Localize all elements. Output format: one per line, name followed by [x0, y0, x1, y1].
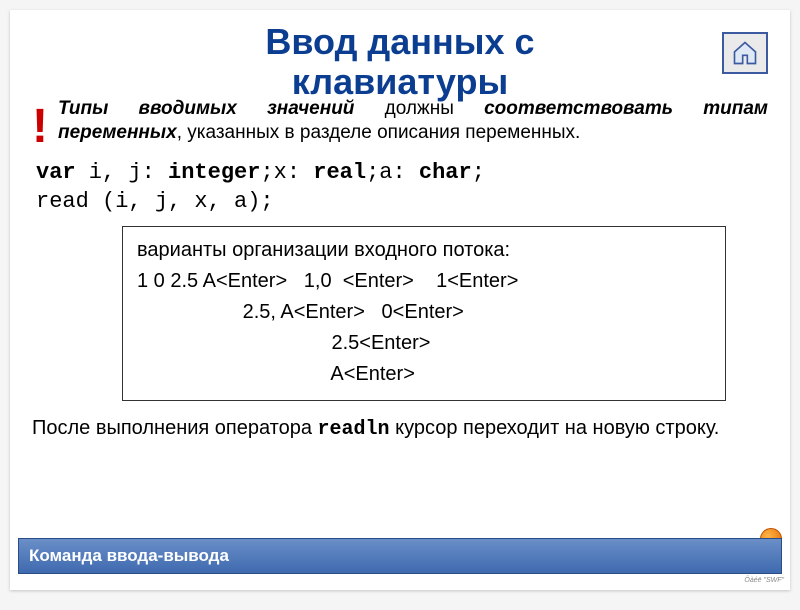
page-title: Ввод данных с клавиатуры	[10, 10, 790, 101]
home-button[interactable]	[722, 32, 768, 74]
code-p1: i, j:	[76, 160, 168, 185]
title-line-1: Ввод данных с	[265, 21, 534, 62]
box-row-3: 2.5<Enter>	[137, 328, 711, 359]
title-line-2: клавиатуры	[292, 61, 508, 102]
warning-text: Типы вводимых значений должны соответств…	[58, 97, 768, 145]
after-t1: После выполнения оператора	[32, 417, 318, 439]
footer-text: Команда ввода-вывода	[29, 546, 229, 566]
kw-real: real	[313, 160, 366, 185]
box-heading: варианты организации входного потока:	[137, 235, 711, 266]
code-p3: ;a:	[366, 160, 419, 185]
corner-label: Ôàéë "SWF"	[744, 577, 784, 584]
code-declaration: var i, j: integer;x: real;a: char; read …	[10, 151, 790, 216]
readln-keyword: readln	[318, 418, 390, 441]
kw-var: var	[36, 160, 76, 185]
warning-plain-2: , указанных в разделе описания переменны…	[177, 122, 581, 143]
code-line-2: read (i, j, x, a);	[36, 189, 274, 214]
footer-bar: Команда ввода-вывода	[18, 538, 782, 574]
warning-plain-1: должны	[354, 98, 484, 119]
kw-integer: integer	[168, 160, 260, 185]
box-row-1: 1 0 2.5 A<Enter> 1,0 <Enter> 1<Enter>	[137, 266, 711, 297]
warning-bold-1: Типы вводимых значений	[58, 98, 354, 119]
kw-char: char	[419, 160, 472, 185]
home-icon	[731, 39, 759, 67]
code-p2: ;x:	[260, 160, 313, 185]
variants-box: варианты организации входного потока: 1 …	[122, 226, 726, 401]
box-row-2: 2.5, A<Enter> 0<Enter>	[137, 297, 711, 328]
after-text: После выполнения оператора readln курсор…	[10, 401, 790, 443]
code-p4: ;	[472, 160, 485, 185]
warning-block: ! Типы вводимых значений должны соответс…	[10, 97, 790, 151]
slide: Ввод данных с клавиатуры ! Типы вводимых…	[10, 10, 790, 590]
warning-icon: !	[32, 103, 48, 151]
after-t2: курсор переходит на новую строку.	[390, 417, 720, 439]
box-row-4: A<Enter>	[137, 359, 711, 390]
